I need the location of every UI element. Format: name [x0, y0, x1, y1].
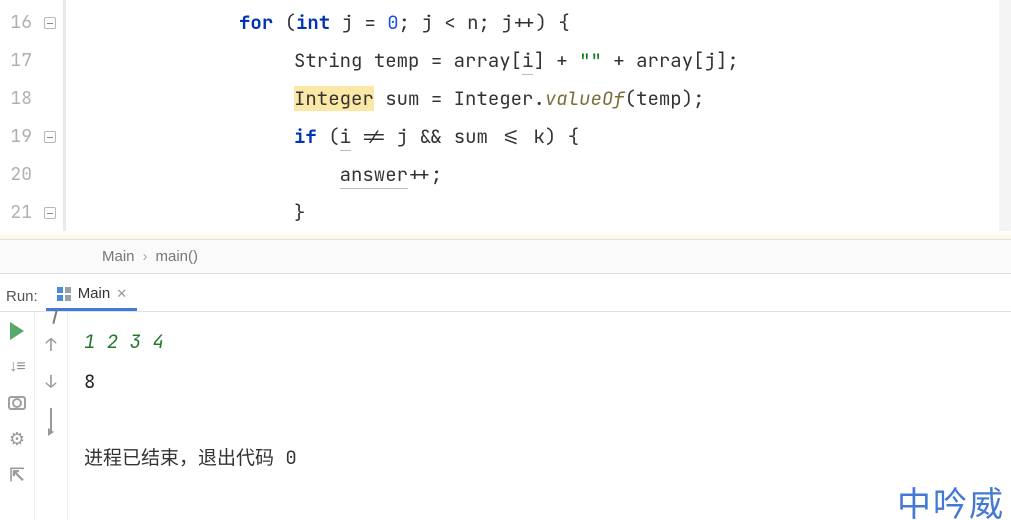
fold-toggle-icon[interactable]	[44, 207, 56, 219]
export-icon: ⇱	[9, 464, 24, 487]
run-tool-window-header: Run: Main ✕	[0, 274, 1011, 312]
editor-scrollbar[interactable]	[999, 0, 1011, 239]
close-icon[interactable]: ✕	[116, 286, 127, 302]
run-config-tab[interactable]: Main ✕	[46, 281, 137, 311]
console-stdout: 8	[84, 362, 1011, 402]
line-number: 17	[0, 42, 36, 80]
scroll-down-button[interactable]: ↓	[46, 371, 57, 394]
code-line[interactable]: String temp = array[i] + "" + array[j];	[66, 42, 1011, 80]
soft-wrap-button[interactable]	[50, 408, 52, 431]
run-label: Run:	[4, 288, 46, 311]
fold-toggle-icon[interactable]	[44, 131, 56, 143]
soft-wrap-icon	[50, 408, 52, 433]
line-number: 21	[0, 194, 36, 232]
line-number: 20	[0, 156, 36, 194]
run-toolbar-left: ↓≡ ⚙ ⇱	[0, 312, 34, 520]
console-stdin: 1 2 3 4	[84, 322, 1011, 362]
settings-button[interactable]: ⚙	[6, 428, 28, 450]
chevron-right-icon: ›	[141, 248, 150, 265]
run-toolbar-mid: ↑ ↓	[34, 312, 68, 520]
step-button[interactable]: ↓≡	[6, 356, 28, 378]
code-line[interactable]: Integer sum = Integer.valueOf(temp);	[66, 80, 1011, 118]
line-number: 16	[0, 4, 36, 42]
fold-gutter	[36, 0, 64, 239]
line-number: 19	[0, 118, 36, 156]
scroll-up-button[interactable]: ↑	[46, 334, 57, 357]
caret-indicator	[319, 234, 333, 239]
export-button[interactable]: ⇱	[6, 464, 28, 486]
gear-icon: ⚙	[9, 428, 25, 451]
camera-icon	[8, 396, 26, 410]
arrow-up-icon: ↑	[46, 334, 57, 357]
code-line[interactable]: if (i != j && sum <= k) {	[66, 118, 1011, 156]
code-editor[interactable]: 16 17 18 19 20 21 for (int j = 0; j < n;…	[0, 0, 1011, 240]
breadcrumb-item[interactable]: main()	[150, 248, 205, 265]
run-config-icon	[56, 286, 72, 302]
arrow-down-icon: ↓	[46, 371, 57, 394]
run-config-name: Main	[78, 285, 111, 302]
code-line[interactable]: for (int j = 0; j < n; j++) {	[66, 4, 1011, 42]
code-line[interactable]: answer++;	[66, 156, 1011, 194]
watermark-text: 中吟威	[897, 486, 1005, 520]
breadcrumb-item[interactable]: Main	[96, 248, 141, 265]
breadcrumb[interactable]: Main › main()	[0, 240, 1011, 274]
line-number: 18	[0, 80, 36, 118]
play-icon	[10, 322, 24, 340]
code-area[interactable]: for (int j = 0; j < n; j++) { String tem…	[66, 0, 1011, 239]
run-console[interactable]: 1 2 3 4 8 进程已结束，退出代码 0 中吟威	[68, 312, 1011, 520]
screenshot-button[interactable]	[6, 392, 28, 414]
step-icon: ↓≡	[9, 358, 24, 376]
console-exit-message: 进程已结束，退出代码 0	[84, 438, 1011, 478]
fold-toggle-icon[interactable]	[44, 17, 56, 29]
code-line[interactable]: }	[66, 194, 1011, 232]
rerun-button[interactable]	[6, 320, 28, 342]
line-number-gutter: 16 17 18 19 20 21	[0, 0, 36, 239]
